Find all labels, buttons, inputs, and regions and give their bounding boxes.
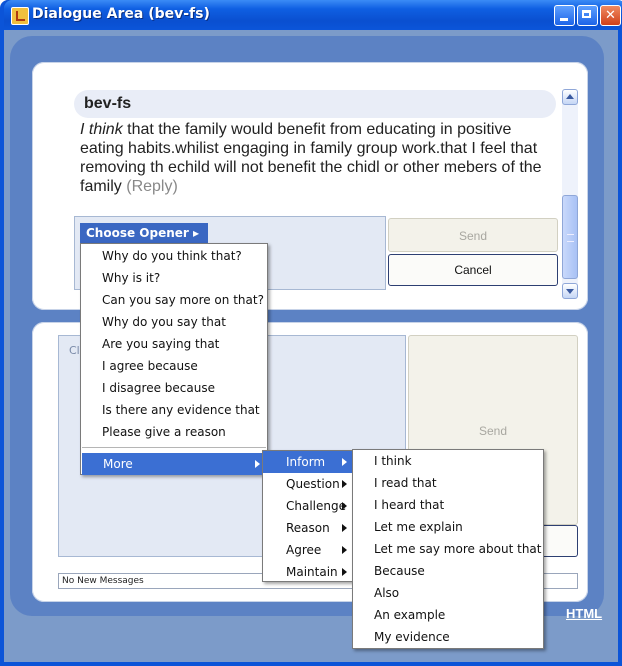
close-button[interactable]: ✕ xyxy=(600,5,621,26)
menu-item[interactable]: Can you say more on that? xyxy=(81,289,267,311)
more-menu-item[interactable]: More xyxy=(82,453,266,475)
java-app-icon xyxy=(11,7,29,25)
inform-item[interactable]: I think xyxy=(353,450,543,472)
message-opener: I think xyxy=(80,121,123,138)
submenu-item-inform[interactable]: Inform xyxy=(263,451,353,473)
inform-item[interactable]: Also xyxy=(353,582,543,604)
submenu-label: Challenge xyxy=(286,499,346,513)
inform-item[interactable]: I heard that xyxy=(353,494,543,516)
menu-item[interactable]: Is there any evidence that xyxy=(81,399,267,421)
choose-opener-button[interactable]: Choose Opener ▸ xyxy=(80,223,208,243)
submenu-item-maintain[interactable]: Maintain xyxy=(263,561,353,583)
submenu-label: Question xyxy=(286,477,340,491)
inform-item[interactable]: Because xyxy=(353,560,543,582)
menu-item[interactable]: Please give a reason xyxy=(81,421,267,443)
minimize-button[interactable] xyxy=(554,5,575,26)
maximize-button[interactable] xyxy=(577,5,598,26)
menu-separator xyxy=(82,447,266,448)
menu-item[interactable]: Why do you think that? xyxy=(81,245,267,267)
scroll-up-arrow-icon[interactable] xyxy=(562,89,578,105)
submenu-arrow-icon xyxy=(342,480,347,488)
window-title: Dialogue Area (bev-fs) xyxy=(32,6,210,22)
html-link[interactable]: HTML xyxy=(566,606,602,621)
submenu-label: Agree xyxy=(286,543,322,557)
message-text: I think that the family would benefit fr… xyxy=(80,120,550,196)
submenu-arrow-icon xyxy=(255,460,260,468)
opener-menu: Why do you think that? Why is it? Can yo… xyxy=(80,243,268,475)
menu-item[interactable]: Why do you say that xyxy=(81,311,267,333)
submenu-arrow-icon xyxy=(342,568,347,576)
menu-item[interactable]: Why is it? xyxy=(81,267,267,289)
send-button-disabled[interactable]: Send xyxy=(388,218,558,252)
submenu-item-question[interactable]: Question xyxy=(263,473,353,495)
scrollbar-thumb[interactable] xyxy=(562,195,578,279)
inform-item[interactable]: An example xyxy=(353,604,543,626)
submenu-arrow-icon xyxy=(342,546,347,554)
inform-item[interactable]: Let me say more about that xyxy=(353,538,543,560)
reply-link[interactable]: (Reply) xyxy=(126,178,178,195)
inform-item[interactable]: My evidence xyxy=(353,626,543,648)
more-label: More xyxy=(103,457,133,471)
submenu-label: Inform xyxy=(286,455,326,469)
menu-item[interactable]: I disagree because xyxy=(81,377,267,399)
title-bar[interactable]: Dialogue Area (bev-fs) ✕ xyxy=(4,0,622,30)
inform-submenu: I think I read that I heard that Let me … xyxy=(352,449,544,649)
menu-item[interactable]: I agree because xyxy=(81,355,267,377)
cancel-button-bottom[interactable] xyxy=(540,525,578,557)
submenu-label: Maintain xyxy=(286,565,338,579)
compose-placeholder-fragment: Cl xyxy=(69,344,80,357)
submenu-arrow-icon xyxy=(342,524,347,532)
submenu-arrow-icon xyxy=(342,502,347,510)
menu-item[interactable]: Are you saying that xyxy=(81,333,267,355)
inform-item[interactable]: Let me explain xyxy=(353,516,543,538)
more-submenu: Inform Question Challenge Reason Agree M… xyxy=(262,450,354,582)
cancel-button[interactable]: Cancel xyxy=(388,254,558,286)
submenu-item-reason[interactable]: Reason xyxy=(263,517,353,539)
message-author: bev-fs xyxy=(74,90,556,118)
scroll-down-arrow-icon[interactable] xyxy=(562,283,578,299)
submenu-item-agree[interactable]: Agree xyxy=(263,539,353,561)
submenu-arrow-icon xyxy=(342,458,347,466)
submenu-item-challenge[interactable]: Challenge xyxy=(263,495,353,517)
inform-item[interactable]: I read that xyxy=(353,472,543,494)
submenu-label: Reason xyxy=(286,521,330,535)
